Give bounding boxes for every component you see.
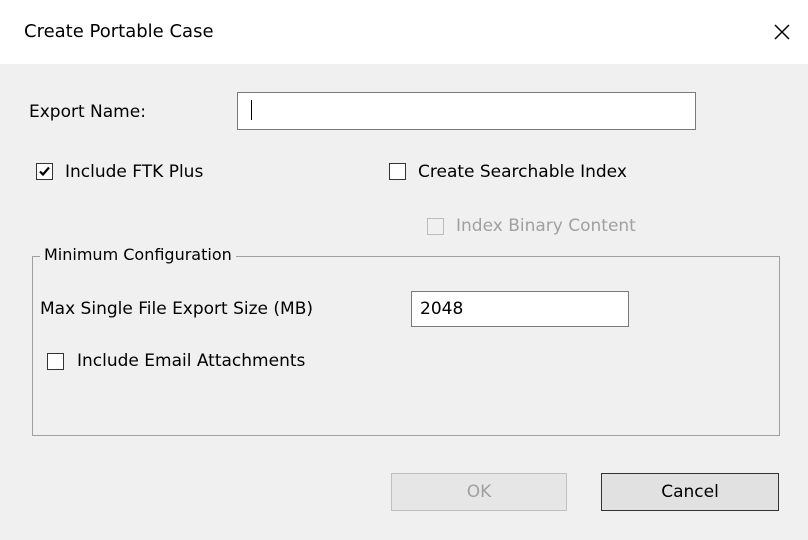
- ok-button-label: OK: [466, 482, 492, 502]
- index-binary-content-label[interactable]: Index Binary Content: [456, 216, 636, 236]
- include-email-attachments-checkbox[interactable]: [47, 353, 64, 370]
- close-button[interactable]: [762, 16, 802, 48]
- export-name-label: Export Name:: [29, 102, 146, 122]
- close-icon: [774, 24, 790, 40]
- minimum-configuration-group: [32, 256, 780, 436]
- title-bar: Create Portable Case: [0, 0, 808, 64]
- max-file-size-input[interactable]: 2048: [411, 291, 629, 327]
- cancel-button[interactable]: Cancel: [601, 473, 779, 511]
- max-file-size-value: 2048: [420, 299, 464, 319]
- cancel-button-label: Cancel: [661, 482, 719, 502]
- include-email-attachments-label[interactable]: Include Email Attachments: [77, 351, 305, 371]
- checkmark-icon: [39, 166, 50, 177]
- minimum-configuration-legend: Minimum Configuration: [40, 245, 236, 265]
- create-searchable-index-label[interactable]: Create Searchable Index: [418, 162, 627, 182]
- include-ftk-plus-checkbox[interactable]: [36, 163, 53, 180]
- dialog-title: Create Portable Case: [24, 21, 214, 42]
- export-name-input[interactable]: [237, 92, 696, 130]
- max-file-size-label: Max Single File Export Size (MB): [40, 299, 314, 319]
- text-caret: [251, 100, 252, 120]
- create-portable-case-dialog: Create Portable Case Export Name: Includ…: [0, 0, 808, 540]
- include-ftk-plus-label[interactable]: Include FTK Plus: [65, 162, 203, 182]
- ok-button[interactable]: OK: [391, 473, 567, 511]
- create-searchable-index-checkbox[interactable]: [389, 163, 406, 180]
- index-binary-content-checkbox[interactable]: [427, 218, 444, 235]
